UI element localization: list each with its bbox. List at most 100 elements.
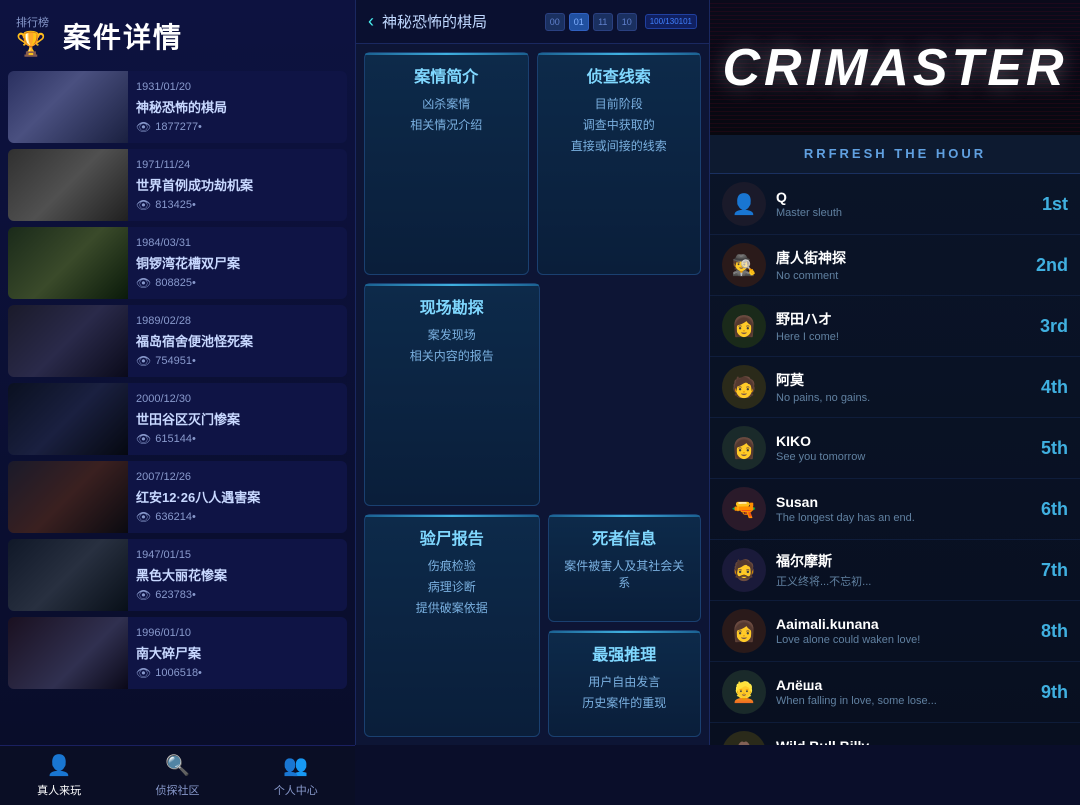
view-count: 754951• [155, 355, 196, 367]
chapter-dot-0[interactable]: 00 [545, 13, 565, 31]
rank-name: 福尔摩斯 [776, 551, 1008, 571]
rank-subtitle: See you tomorrow [776, 451, 1008, 463]
case-views: 👁 1006518• [136, 666, 339, 680]
avatar-emoji: 🧔 [732, 558, 757, 583]
rank-item[interactable]: 🧔 福尔摩斯 正义终将...不忘初... 7th [710, 540, 1080, 601]
case-item[interactable]: 1996/01/10 南大碎尸案 👁 1006518• [8, 617, 347, 689]
card-zuiqiang-item-2[interactable]: 历史案件的重现 [559, 694, 691, 711]
rank-item[interactable]: 🤠 Wild Bull Billy Hasta la vista. 10th [710, 723, 1080, 745]
rank-item[interactable]: 🧑 阿莫 No pains, no gains. 4th [710, 357, 1080, 418]
rank-position: 3rd [1018, 316, 1068, 337]
center-panel: ‹ 神秘恐怖的棋局 00011110 100/130101 案情简介 凶杀案情 … [355, 0, 710, 745]
card-sizhe[interactable]: 死者信息 案件被害人及其社会关系 [548, 514, 702, 622]
nav-icon: 👤 [47, 753, 72, 778]
view-count: 813425• [155, 199, 196, 211]
rank-item[interactable]: 🔫 Susan The longest day has an end. 6th [710, 479, 1080, 540]
case-item[interactable]: 1984/03/31 铜锣湾花槽双尸案 👁 808825• [8, 227, 347, 299]
eye-icon: 👁 [136, 120, 151, 134]
case-date: 2007/12/26 [136, 471, 339, 483]
card-xianchang-item-1[interactable]: 案发现场 [375, 326, 529, 343]
rank-item[interactable]: 👩 KIKO See you tomorrow 5th [710, 418, 1080, 479]
rank-item[interactable]: 👱 Алёша When falling in love, some lose.… [710, 662, 1080, 723]
rank-avatar: 👱 [722, 670, 766, 714]
card-zuiqiang-item-1[interactable]: 用户自由发言 [559, 673, 691, 690]
card-anqing-item-1[interactable]: 凶杀案情 [375, 95, 518, 112]
rank-subtitle: 正义终将...不忘初... [776, 573, 1008, 589]
rank-info: KIKO See you tomorrow [776, 433, 1008, 463]
sidebar: 排行榜 🏆 案件详情 1931/01/20 神秘恐怖的棋局 👁 1877277•… [0, 0, 355, 745]
ranking-label[interactable]: 排行榜 [16, 14, 49, 30]
case-item[interactable]: 1971/11/24 世界首例成功劫机案 👁 813425• [8, 149, 347, 221]
case-info: 1984/03/31 铜锣湾花槽双尸案 👁 808825• [128, 227, 347, 299]
rank-item[interactable]: 👩 野田ハオ Here I come! 3rd [710, 296, 1080, 357]
view-count: 615144• [155, 433, 196, 445]
card-yanshi-item-1[interactable]: 伤痕检验 [375, 557, 529, 574]
case-date: 1984/03/31 [136, 237, 339, 249]
sidebar-wrapper: 排行榜 🏆 案件详情 1931/01/20 神秘恐怖的棋局 👁 1877277•… [0, 0, 355, 745]
case-list: 1931/01/20 神秘恐怖的棋局 👁 1877277• 1971/11/24… [0, 71, 355, 745]
card-yanshi-item-2[interactable]: 病理诊断 [375, 578, 529, 595]
card-anqing[interactable]: 案情简介 凶杀案情 相关情况介绍 [364, 52, 529, 275]
rank-avatar: 👩 [722, 609, 766, 653]
rank-info: Алёша When falling in love, some lose... [776, 677, 1008, 707]
thumb-inner [8, 305, 128, 377]
rank-subtitle: No pains, no gains. [776, 392, 1008, 404]
chapter-dot-1[interactable]: 01 [569, 13, 589, 31]
sidebar-header: 排行榜 🏆 案件详情 [0, 0, 355, 71]
case-info: 2007/12/26 红安12·26八人遇害案 👁 636214• [128, 461, 347, 533]
nav-item-2[interactable]: 👥 个人中心 [258, 747, 334, 804]
chapter-dot-3[interactable]: 10 [617, 13, 637, 31]
thumb-inner [8, 617, 128, 689]
card-anqing-item-2[interactable]: 相关情况介绍 [375, 116, 518, 133]
case-item[interactable]: 2007/12/26 红安12·26八人遇害案 👁 636214• [8, 461, 347, 533]
case-name: 铜锣湾花槽双尸案 [136, 253, 339, 272]
card-zhachao-title: 侦查线索 [548, 63, 691, 87]
rank-info: 阿莫 No pains, no gains. [776, 370, 1008, 404]
card-xianchang[interactable]: 现场勘探 案发现场 相关内容的报告 [364, 283, 540, 506]
center-case-title: 神秘恐怖的棋局 [382, 11, 537, 32]
rank-position: 1st [1018, 194, 1068, 215]
case-item[interactable]: 1931/01/20 神秘恐怖的棋局 👁 1877277• [8, 71, 347, 143]
rank-name: 唐人街神探 [776, 248, 1008, 268]
rank-name: Q [776, 189, 1008, 205]
rank-position: 9th [1018, 682, 1068, 703]
card-yanshi[interactable]: 验尸报告 伤痕检验 病理诊断 提供破案依据 [364, 514, 540, 737]
rank-name: Susan [776, 494, 1008, 510]
card-zhachao-item-2[interactable]: 调查中获取的 [548, 116, 691, 133]
case-name: 世田谷区灭门惨案 [136, 409, 339, 428]
thumb-inner [8, 227, 128, 299]
chapter-dot-2[interactable]: 11 [593, 13, 613, 31]
view-count: 623783• [155, 589, 196, 601]
card-zuiqiang[interactable]: 最强推理 用户自由发言 历史案件的重现 [548, 630, 702, 738]
nav-item-0[interactable]: 👤 真人来玩 [21, 747, 97, 804]
case-name: 福岛宿舍便池怪死案 [136, 331, 339, 350]
center-grid: 案情简介 凶杀案情 相关情况介绍 侦查线索 目前阶段 调查中获取的 直接或间接的… [356, 44, 709, 745]
case-item[interactable]: 1947/01/15 黑色大丽花惨案 👁 623783• [8, 539, 347, 611]
card-zhachao[interactable]: 侦查线索 目前阶段 调查中获取的 直接或间接的线索 [537, 52, 702, 275]
back-button[interactable]: ‹ [368, 11, 374, 32]
case-info: 1947/01/15 黑色大丽花惨案 👁 623783• [128, 539, 347, 611]
card-sizhe-item-1[interactable]: 案件被害人及其社会关系 [559, 557, 691, 591]
card-yanshi-item-3[interactable]: 提供破案依据 [375, 599, 529, 616]
card-xianchang-item-2[interactable]: 相关内容的报告 [375, 347, 529, 364]
rank-subtitle: The longest day has an end. [776, 512, 1008, 524]
rank-position: 2nd [1018, 255, 1068, 276]
case-item[interactable]: 2000/12/30 世田谷区灭门惨案 👁 615144• [8, 383, 347, 455]
rank-subtitle: Here I come! [776, 331, 1008, 343]
card-zhachao-item-3[interactable]: 直接或间接的线索 [548, 137, 691, 154]
card-zhachao-item-1[interactable]: 目前阶段 [548, 95, 691, 112]
crimaster-title: CRIMASTER [722, 38, 1067, 98]
view-count: 808825• [155, 277, 196, 289]
rank-item[interactable]: 🕵 唐人街神探 No comment 2nd [710, 235, 1080, 296]
rank-item[interactable]: 👤 Q Master sleuth 1st [710, 174, 1080, 235]
case-name: 神秘恐怖的棋局 [136, 97, 339, 116]
nav-label: 个人中心 [274, 782, 318, 798]
avatar-emoji: 👱 [732, 680, 757, 705]
thumb-inner [8, 539, 128, 611]
nav-item-1[interactable]: 🔍 侦探社区 [139, 747, 215, 804]
rank-info: Aaimali.kunana Love alone could waken lo… [776, 616, 1008, 646]
case-item[interactable]: 1989/02/28 福岛宿舍便池怪死案 👁 754951• [8, 305, 347, 377]
case-thumbnail [8, 149, 128, 221]
rank-item[interactable]: 👩 Aaimali.kunana Love alone could waken … [710, 601, 1080, 662]
rank-avatar: 🤠 [722, 731, 766, 745]
